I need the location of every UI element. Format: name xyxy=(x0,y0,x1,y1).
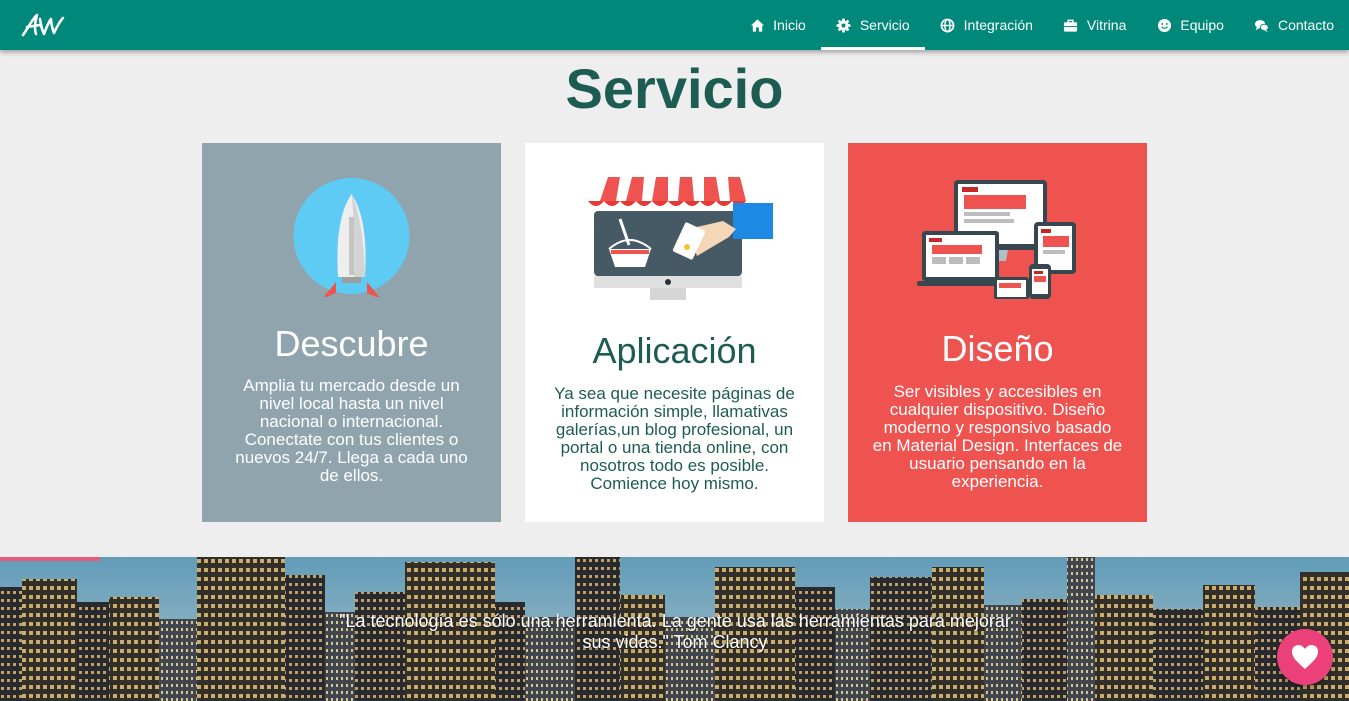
heart-icon xyxy=(1292,645,1318,669)
nav-label: Servicio xyxy=(859,17,910,33)
globe-icon xyxy=(940,17,956,33)
service-card-aplicacion: Aplicación Ya sea que necesite páginas d… xyxy=(525,143,824,522)
nav-label: Inicio xyxy=(773,17,806,33)
chat-icon xyxy=(1254,17,1270,33)
home-icon xyxy=(749,17,765,33)
card-title: Diseño xyxy=(941,328,1054,369)
brand-logo[interactable] xyxy=(20,10,66,40)
awning xyxy=(588,177,746,206)
nav-label: Contacto xyxy=(1277,17,1334,33)
nav-label: Equipo xyxy=(1180,17,1224,33)
main-nav: Inicio Servicio Integración Vitrina Equi… xyxy=(734,0,1349,50)
top-navbar: Inicio Servicio Integración Vitrina Equi… xyxy=(0,0,1349,50)
nav-item-servicio[interactable]: Servicio xyxy=(820,0,925,50)
nav-item-equipo[interactable]: Equipo xyxy=(1141,0,1239,50)
service-card-descubre: Descubre Amplia tu mercado desde un nive… xyxy=(202,143,501,522)
nav-item-integracion[interactable]: Integración xyxy=(925,0,1048,50)
section-title: Servicio xyxy=(565,57,784,120)
nav-item-contacto[interactable]: Contacto xyxy=(1239,0,1349,50)
responsive-devices-illustration xyxy=(917,180,1076,299)
nav-label: Vitrina xyxy=(1086,17,1127,33)
card-title: Aplicación xyxy=(592,330,757,371)
online-store-illustration xyxy=(588,177,773,300)
nav-item-vitrina[interactable]: Vitrina xyxy=(1048,0,1141,50)
briefcase-icon xyxy=(1063,17,1079,33)
card-text: Ya sea que necesite páginas de informaci… xyxy=(554,384,795,493)
gear-icon xyxy=(836,17,852,33)
favorite-button[interactable] xyxy=(1277,629,1333,685)
rocket-illustration xyxy=(293,178,410,297)
card-text: Ser visibles y accesibles en cualquier d… xyxy=(872,382,1123,491)
nav-item-inicio[interactable]: Inicio xyxy=(734,0,821,50)
card-text: Amplia tu mercado desde un nivel local h… xyxy=(235,376,468,485)
banner-quote: "La tecnología es sólo una herramienta. … xyxy=(339,611,1011,652)
nav-label: Integración xyxy=(963,17,1033,33)
banner-accent-bar xyxy=(0,557,100,561)
service-card-diseno: Diseño Ser visibles y accesibles en cual… xyxy=(848,143,1147,522)
smile-icon xyxy=(1156,17,1172,33)
card-title: Descubre xyxy=(274,323,429,364)
